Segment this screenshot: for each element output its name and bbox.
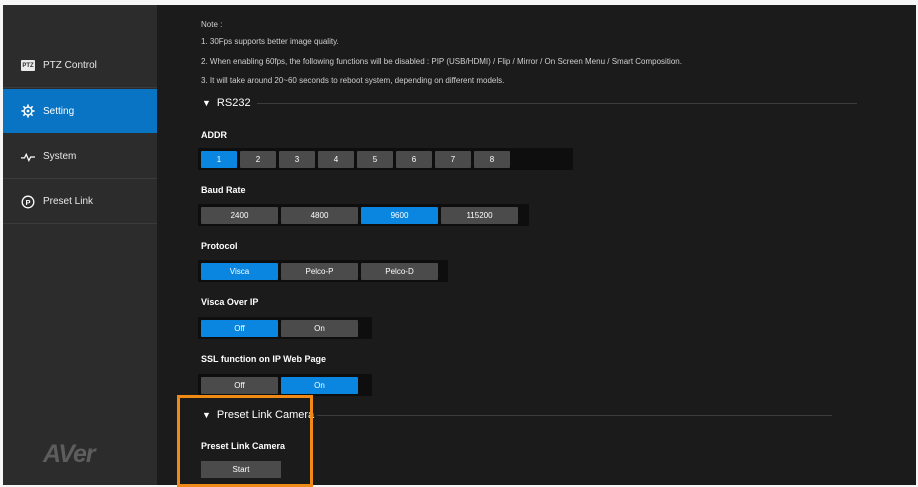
section-divider <box>257 103 857 104</box>
ptz-icon: PTZ <box>21 59 35 73</box>
sidebar-item-label: PTZ Control <box>43 60 97 71</box>
addr-selector: 1 2 3 4 5 6 7 8 <box>198 148 573 170</box>
sidebar: PTZ PTZ Control Setting System P Preset … <box>3 5 157 485</box>
addr-option-2[interactable]: 2 <box>240 150 276 168</box>
protocol-option-visca[interactable]: Visca <box>201 262 278 280</box>
protocol-option-pelco-d[interactable]: Pelco-D <box>361 262 438 280</box>
rs232-section-header[interactable]: ▼ RS232 <box>202 97 251 109</box>
protocol-option-pelco-p[interactable]: Pelco-P <box>281 262 358 280</box>
sidebar-item-preset-link[interactable]: P Preset Link <box>3 180 157 224</box>
addr-option-1[interactable]: 1 <box>201 150 237 168</box>
sidebar-item-label: Preset Link <box>43 196 94 207</box>
addr-option-4[interactable]: 4 <box>318 150 354 168</box>
sidebar-item-label: System <box>43 151 77 162</box>
addr-option-7[interactable]: 7 <box>435 150 471 168</box>
pulse-icon <box>21 150 35 164</box>
aver-logo: AVer <box>43 440 96 468</box>
highlight-annotation <box>177 395 313 487</box>
chevron-down-icon: ▼ <box>202 98 211 108</box>
addr-option-8[interactable]: 8 <box>474 150 510 168</box>
baud-option-4800[interactable]: 4800 <box>281 206 358 224</box>
ssl-off[interactable]: Off <box>201 376 278 394</box>
addr-option-6[interactable]: 6 <box>396 150 432 168</box>
baud-rate-selector: 2400 4800 9600 115200 <box>198 204 529 226</box>
baud-option-9600[interactable]: 9600 <box>361 206 438 224</box>
ssl-toggle: Off On <box>198 374 372 396</box>
gear-icon <box>21 104 35 118</box>
baud-option-2400[interactable]: 2400 <box>201 206 278 224</box>
app-window: PTZ PTZ Control Setting System P Preset … <box>3 5 916 485</box>
sidebar-item-system[interactable]: System <box>3 135 157 179</box>
addr-option-5[interactable]: 5 <box>357 150 393 168</box>
visca-over-ip-toggle: Off On <box>198 317 372 339</box>
note-line: 3. It will take around 20~60 seconds to … <box>201 76 505 85</box>
note-line: 2. When enabling 60fps, the following fu… <box>201 57 682 66</box>
section-divider <box>317 415 832 416</box>
ssl-on[interactable]: On <box>281 376 358 394</box>
sidebar-item-label: Setting <box>43 105 75 117</box>
sidebar-item-ptz-control[interactable]: PTZ PTZ Control <box>3 44 157 88</box>
baud-option-115200[interactable]: 115200 <box>441 206 518 224</box>
visca-over-ip-on[interactable]: On <box>281 319 358 337</box>
addr-option-3[interactable]: 3 <box>279 150 315 168</box>
rs232-title: RS232 <box>216 97 251 109</box>
protocol-selector: Visca Pelco-P Pelco-D <box>198 260 448 282</box>
ssl-label: SSL function on IP Web Page <box>201 354 327 364</box>
sidebar-item-setting[interactable]: Setting <box>3 89 157 133</box>
svg-text:P: P <box>25 198 30 207</box>
baud-rate-label: Baud Rate <box>201 185 246 195</box>
visca-over-ip-label: Visca Over IP <box>201 297 259 307</box>
note-line: 1. 30Fps supports better image quality. <box>201 37 339 46</box>
visca-over-ip-off[interactable]: Off <box>201 319 278 337</box>
preset-link-icon: P <box>21 195 35 209</box>
protocol-label: Protocol <box>201 241 238 251</box>
addr-label: ADDR <box>201 130 227 140</box>
note-title: Note : <box>201 20 223 29</box>
